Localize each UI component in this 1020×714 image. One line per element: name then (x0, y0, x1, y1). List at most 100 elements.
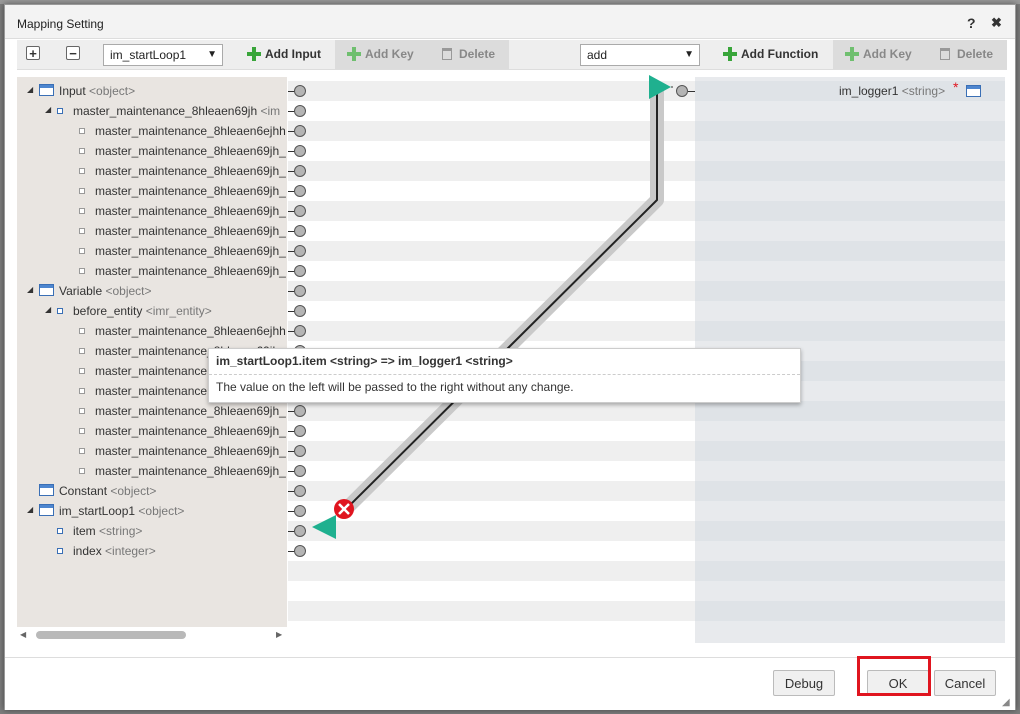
expand-triangle-icon[interactable]: ◢ (45, 305, 51, 314)
source-connector-node[interactable] (294, 425, 306, 437)
source-connector-node[interactable] (294, 165, 306, 177)
close-icon[interactable]: ✖ (991, 15, 1002, 31)
tree-row[interactable]: ◢ im_startLoop1 <object> (17, 501, 287, 521)
source-connector-node[interactable] (294, 125, 306, 137)
tree-row[interactable]: master_maintenance_8hleaen69jh_ (17, 201, 287, 221)
tree-item-type: <object> (138, 504, 185, 518)
tree-row[interactable]: ◢ before_entity <imr_entity> (17, 301, 287, 321)
tooltip-divider (209, 374, 800, 375)
tree-item-label: master_maintenance_8hleaen69jh_ (95, 424, 286, 438)
source-connector-node[interactable] (294, 325, 306, 337)
tree-item-label: Constant <object> (59, 484, 156, 498)
object-icon (39, 284, 54, 296)
tree-item-type: <object> (105, 284, 152, 298)
expand-triangle-icon[interactable]: ◢ (45, 105, 51, 114)
tree-row[interactable]: master_maintenance_8hleaen69jh_ (17, 421, 287, 441)
delete-left-button[interactable]: Delete (429, 40, 509, 69)
field-icon (79, 468, 85, 474)
resize-grip-icon[interactable]: ◢ (1002, 697, 1012, 708)
tree-row[interactable]: ◢ Input <object> (17, 81, 287, 101)
tree-row[interactable]: master_maintenance_8hleaen69jh_ (17, 401, 287, 421)
target-item-label[interactable]: im_logger1 <string> (839, 84, 945, 98)
source-connector-node[interactable] (294, 445, 306, 457)
tree-item-name: master_maintenance_8hleaen69jh_ (95, 424, 286, 438)
source-connector-node[interactable] (294, 525, 306, 537)
tree-row[interactable]: master_maintenance_8hleaen6ejhh (17, 321, 287, 341)
source-connector-node[interactable] (294, 505, 306, 517)
field-icon (79, 428, 85, 434)
object-icon (39, 504, 54, 516)
mapping-toolbar: + − im_startLoop1 ▼ Add Input Add Key De… (17, 40, 1007, 70)
row-stripe (288, 601, 695, 621)
source-connector-node[interactable] (294, 145, 306, 157)
tree-item-label: master_maintenance_8hleaen69jh_ (95, 184, 286, 198)
plus-icon (347, 47, 361, 61)
tree-item-name: Constant (59, 484, 108, 498)
tree-row[interactable]: master_maintenance_8hleaen69jh_ (17, 161, 287, 181)
delete-right-button[interactable]: Delete (927, 40, 1007, 69)
trash-icon (442, 48, 452, 60)
add-input-button[interactable]: Add Input (235, 40, 335, 69)
function-select[interactable]: add ▼ (580, 44, 700, 66)
add-function-button[interactable]: Add Function (711, 40, 831, 69)
delete-left-label: Delete (459, 47, 496, 61)
source-connector-node[interactable] (294, 465, 306, 477)
tree-item-type: <object> (110, 484, 157, 498)
tree-item-label: master_maintenance_8hleaen69jh_ (95, 464, 286, 478)
tree-row[interactable]: master_maintenance_8hleaen69jh_ (17, 461, 287, 481)
tree-horizontal-scrollbar[interactable]: ◀ ▶ (17, 627, 287, 643)
source-connector-node[interactable] (294, 185, 306, 197)
tree-item-name: master_maintenance_8hleaen69jh_ (95, 204, 286, 218)
tooltip-title: im_startLoop1.item <string> => im_logger… (216, 354, 513, 368)
expand-triangle-icon[interactable]: ◢ (27, 505, 33, 514)
source-connector-node[interactable] (294, 405, 306, 417)
field-icon (79, 268, 85, 274)
help-icon[interactable]: ? (967, 15, 976, 31)
source-connector-node[interactable] (294, 225, 306, 237)
collapse-all-button[interactable]: − (66, 46, 80, 60)
add-key-right-button[interactable]: Add Key (833, 40, 927, 69)
source-connector-node[interactable] (294, 485, 306, 497)
scrollbar-thumb[interactable] (36, 631, 186, 639)
tree-row[interactable]: master_maintenance_8hleaen69jh_ (17, 221, 287, 241)
target-type: <string> (901, 84, 946, 98)
tree-row[interactable]: master_maintenance_8hleaen69jh_ (17, 181, 287, 201)
chevron-down-icon: ▼ (207, 49, 217, 60)
expand-triangle-icon[interactable]: ◢ (27, 85, 33, 94)
tree-row[interactable]: master_maintenance_8hleaen69jh_ (17, 441, 287, 461)
field-icon (79, 128, 85, 134)
tree-row[interactable]: ◢ master_maintenance_8hleaen69jh <im (17, 101, 287, 121)
tree-row[interactable]: master_maintenance_8hleaen6ejhh (17, 121, 287, 141)
source-connector-node[interactable] (294, 245, 306, 257)
tree-row[interactable]: master_maintenance_8hleaen69jh_ (17, 261, 287, 281)
expand-all-button[interactable]: + (26, 46, 40, 60)
source-connector-node[interactable] (294, 205, 306, 217)
source-connector-node[interactable] (294, 285, 306, 297)
cancel-button[interactable]: Cancel (934, 670, 996, 696)
target-connector-node[interactable] (676, 85, 688, 97)
tree-row[interactable]: index <integer> (17, 541, 287, 561)
source-connector-node[interactable] (294, 265, 306, 277)
dialog-titlebar[interactable]: Mapping Setting ? ✖ (5, 5, 1015, 39)
source-connector-node[interactable] (294, 305, 306, 317)
tree-item-name: index (73, 544, 102, 558)
debug-button[interactable]: Debug (773, 670, 835, 696)
tree-item-type: <integer> (105, 544, 156, 558)
source-select[interactable]: im_startLoop1 ▼ (103, 44, 223, 66)
source-connector-node[interactable] (294, 85, 306, 97)
tree-row[interactable]: item <string> (17, 521, 287, 541)
tree-row[interactable]: ◢ Variable <object> (17, 281, 287, 301)
scroll-left-icon[interactable]: ◀ (20, 630, 26, 639)
scroll-right-icon[interactable]: ▶ (276, 630, 282, 639)
connector-stub (688, 91, 695, 92)
source-connector-node[interactable] (294, 545, 306, 557)
tree-item-label: master_maintenance_8hleaen69jh_ (95, 404, 286, 418)
source-connector-node[interactable] (294, 105, 306, 117)
tree-item-name: Input (59, 84, 86, 98)
tree-row[interactable]: Constant <object> (17, 481, 287, 501)
add-key-left-button[interactable]: Add Key (335, 40, 429, 69)
object-icon (39, 84, 54, 96)
tree-row[interactable]: master_maintenance_8hleaen69jh_ (17, 241, 287, 261)
expand-triangle-icon[interactable]: ◢ (27, 285, 33, 294)
tree-row[interactable]: master_maintenance_8hleaen69jh_ (17, 141, 287, 161)
